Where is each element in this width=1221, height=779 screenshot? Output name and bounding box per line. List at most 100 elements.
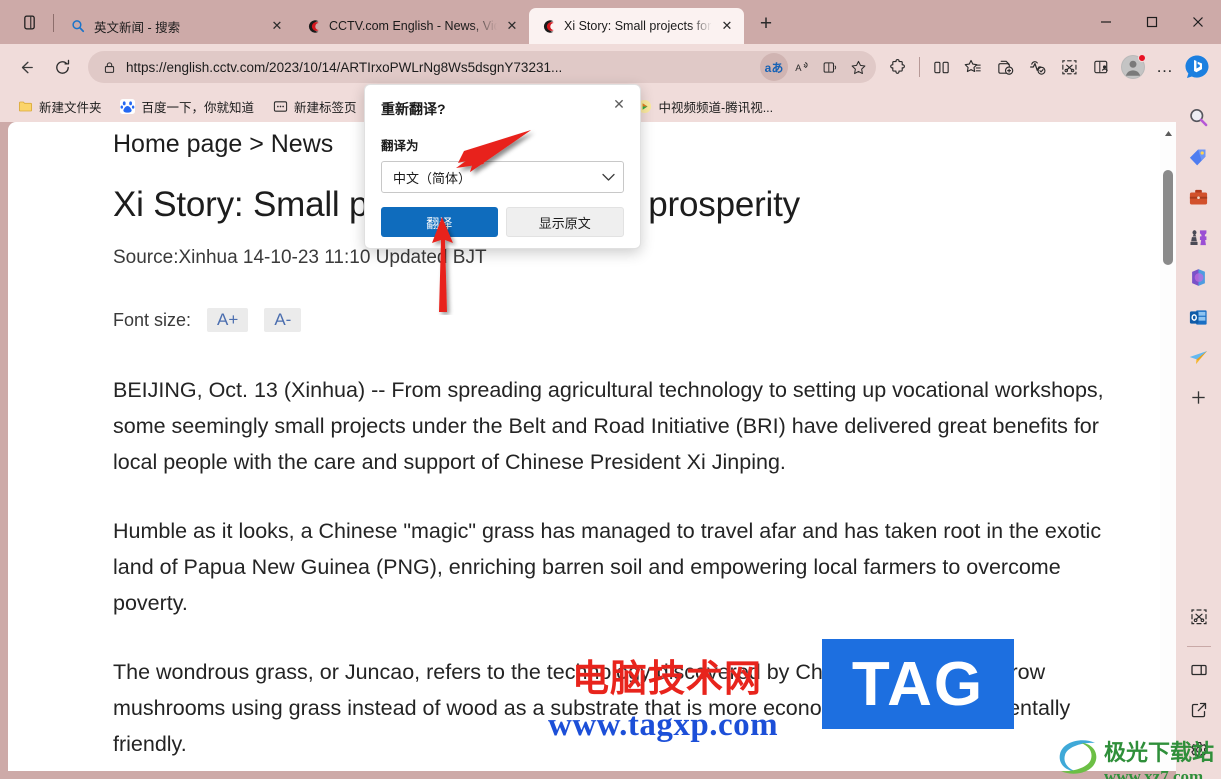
translate-dialog: ✕ 重新翻译? 翻译为 中文（简体） 翻译 显示原文	[364, 84, 641, 249]
split-screen-button[interactable]	[925, 51, 957, 83]
bookmark-item-0[interactable]: 新建文件夹	[10, 94, 109, 118]
font-size-label: Font size:	[113, 309, 192, 330]
maximize-button[interactable]	[1129, 6, 1175, 38]
tab-title: CCTV.com English - News, Video,	[329, 19, 497, 33]
sidebar-settings-icon[interactable]	[1184, 735, 1214, 765]
window-controls	[1083, 0, 1221, 44]
cctv-icon	[305, 18, 321, 34]
favorite-star-icon[interactable]	[844, 53, 872, 81]
tab-strip: 英文新闻 - 搜索 ✕ CCTV.com English - News, Vid…	[0, 0, 1221, 44]
translate-button[interactable]: 翻译	[381, 207, 498, 237]
web-capture-icon[interactable]	[1184, 602, 1214, 632]
folder-icon	[17, 98, 33, 114]
tab-actions-button[interactable]	[8, 3, 50, 41]
add-sidebar-app-icon[interactable]	[1184, 382, 1214, 412]
back-button[interactable]	[8, 51, 44, 83]
microsoft-365-icon[interactable]	[1184, 262, 1214, 292]
translate-to-label: 翻译为	[381, 139, 419, 153]
baidu-icon	[120, 98, 136, 114]
scrollbar-thumb[interactable]	[1163, 170, 1173, 265]
refresh-icon	[55, 59, 69, 74]
article-source: Source:Xinhua 14-10-23 11:10 Updated BJT	[113, 247, 487, 268]
outlook-icon[interactable]	[1184, 302, 1214, 332]
immersive-reader-icon[interactable]	[816, 53, 844, 81]
dialog-actions: 翻译 显示原文	[381, 207, 624, 237]
bookmark-label: 百度一下，你就知道	[141, 100, 255, 115]
tab-actions-icon	[23, 14, 35, 30]
telegram-plane-icon[interactable]	[1184, 342, 1214, 372]
tab-divider	[53, 14, 54, 32]
minimize-icon	[1101, 21, 1111, 23]
page-scrollbar[interactable]	[1160, 122, 1176, 771]
svg-text:A: A	[795, 62, 802, 72]
chevron-up-icon	[1164, 130, 1172, 136]
show-original-button[interactable]: 显示原文	[505, 207, 624, 237]
new-tab-button[interactable]: +	[750, 8, 782, 40]
split-screen-icon[interactable]	[1184, 655, 1214, 685]
tab-title: 英文新闻 - 搜索	[94, 20, 181, 35]
tab-0[interactable]: 英文新闻 - 搜索 ✕	[59, 8, 294, 44]
profile-notification-dot	[1138, 54, 1146, 62]
bing-copilot-icon	[1185, 55, 1209, 78]
tab-2[interactable]: Xi Story: Small projects for greate ✕	[529, 8, 744, 44]
article-paragraph-0: BEIJING, Oct. 13 (Xinhua) -- From spread…	[113, 378, 1104, 474]
collections-icon	[964, 59, 981, 72]
font-increase-button[interactable]: A+	[207, 308, 249, 332]
language-dropdown-value: 中文（简体）	[393, 170, 472, 186]
performance-icon	[1029, 60, 1045, 75]
scroll-up-arrow[interactable]	[1160, 126, 1176, 140]
font-size-controls: Font size: A+ A-	[113, 308, 1161, 332]
read-aloud-icon[interactable]: A	[788, 53, 816, 81]
tab-1[interactable]: CCTV.com English - News, Video, ✕	[294, 8, 529, 44]
browser-window: 英文新闻 - 搜索 ✕ CCTV.com English - News, Vid…	[0, 0, 1221, 779]
split-screen-icon	[933, 61, 949, 73]
edge-sidebar	[1176, 90, 1221, 779]
translate-icon[interactable]: aあ	[760, 53, 788, 81]
games-icon[interactable]	[1184, 222, 1214, 252]
dialog-title: 重新翻译?	[381, 101, 446, 117]
open-in-new-window-icon[interactable]	[1184, 695, 1214, 725]
screenshot-button[interactable]	[1053, 51, 1085, 83]
maximize-icon	[1146, 16, 1158, 28]
minimize-button[interactable]	[1083, 6, 1129, 38]
lock-icon	[98, 61, 120, 74]
font-decrease-button[interactable]: A-	[264, 308, 302, 332]
profile-avatar	[1121, 54, 1146, 79]
close-icon	[1193, 17, 1203, 27]
chevron-down-icon	[602, 173, 615, 182]
extensions-icon	[889, 58, 905, 74]
language-dropdown[interactable]: 中文（简体）	[381, 161, 624, 193]
profile-button[interactable]	[1117, 51, 1149, 83]
search-icon[interactable]	[1184, 102, 1214, 132]
bookmark-label: 新建文件夹	[39, 100, 102, 115]
back-arrow-icon	[21, 61, 33, 73]
add-collection-icon	[997, 60, 1013, 75]
article-paragraph-1: Humble as it looks, a Chinese "magic" gr…	[113, 519, 1102, 615]
newtab-page-icon	[272, 98, 288, 114]
bing-search-icon	[70, 18, 86, 34]
copilot-button[interactable]	[1181, 51, 1213, 83]
tab-close-button[interactable]: ✕	[266, 15, 288, 37]
collections-button[interactable]	[957, 51, 989, 83]
extensions-button[interactable]	[882, 51, 914, 83]
bookmark-item-2[interactable]: 新建标签页	[265, 94, 364, 118]
shopping-tag-icon[interactable]	[1184, 142, 1214, 172]
bookmark-item-1[interactable]: 百度一下，你就知道	[113, 94, 262, 118]
browser-essentials-button[interactable]	[1085, 51, 1117, 83]
add-collection-button[interactable]	[989, 51, 1021, 83]
tools-briefcase-icon[interactable]	[1184, 182, 1214, 212]
tab-close-button[interactable]: ✕	[716, 15, 738, 37]
address-bar-url: https://english.cctv.com/2023/10/14/ARTI…	[126, 59, 563, 75]
browser-essentials-icon	[1093, 60, 1108, 73]
toolbar-divider	[919, 57, 920, 77]
close-button[interactable]	[1175, 6, 1221, 38]
dialog-close-button[interactable]: ✕	[608, 93, 630, 115]
bookmark-item-3[interactable]: 中视频频道-腾讯视...	[630, 94, 781, 118]
tab-close-button[interactable]: ✕	[501, 15, 523, 37]
bookmark-label: 中视频频道-腾讯视...	[658, 100, 774, 115]
performance-button[interactable]	[1021, 51, 1053, 83]
address-bar[interactable]: https://english.cctv.com/2023/10/14/ARTI…	[88, 51, 876, 83]
settings-and-more-button[interactable]: …	[1149, 51, 1181, 83]
refresh-button[interactable]	[44, 51, 80, 83]
bookmark-label: 新建标签页	[294, 100, 357, 115]
